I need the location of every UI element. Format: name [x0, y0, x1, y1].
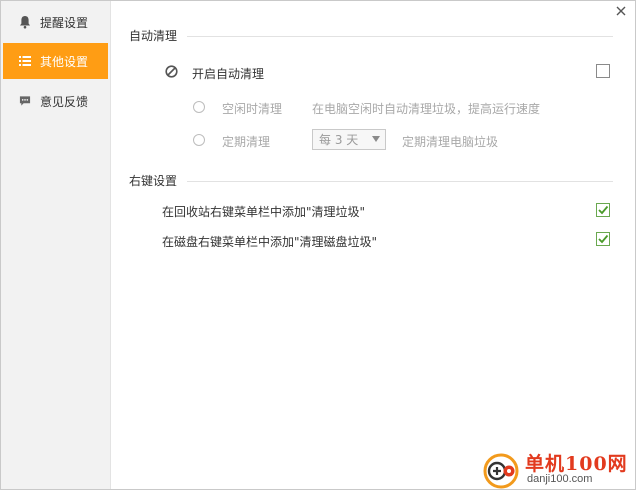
section-title-auto-clean: 自动清理 [129, 29, 178, 43]
checkmark-icon [598, 234, 609, 244]
bell-icon [19, 15, 31, 29]
scheduled-clean-radio[interactable] [193, 134, 205, 146]
sidebar-item-label: 意见反馈 [40, 94, 89, 109]
chat-icon [19, 94, 31, 108]
disabled-icon [165, 65, 178, 78]
section-title-context-menu: 右键设置 [129, 174, 178, 188]
clean-interval-value: 每 3 天 [319, 133, 359, 147]
watermark-title: 单机100网 [525, 453, 628, 475]
recycle-bin-menu-label: 在回收站右键菜单栏中添加"清理垃圾" [162, 205, 366, 219]
disk-menu-label: 在磁盘右键菜单栏中添加"清理磁盘垃圾" [162, 235, 378, 249]
watermark-url: danji100.com [527, 473, 593, 485]
sidebar-item-label: 提醒设置 [40, 15, 89, 30]
dropdown-arrow-icon [372, 136, 380, 142]
sidebar-item-reminder-settings[interactable]: 提醒设置 [3, 4, 108, 40]
scheduled-clean-description: 定期清理电脑垃圾 [402, 135, 499, 149]
idle-clean-description: 在电脑空闲时自动清理垃圾，提高运行速度 [312, 102, 541, 116]
list-icon [19, 54, 31, 68]
section-divider [187, 181, 613, 182]
settings-window: 提醒设置 其他设置 意见反馈 自动清理 开启自动清理 空闲时清理 在电脑空闲时自… [0, 0, 636, 490]
sidebar: 提醒设置 其他设置 意见反馈 [1, 1, 111, 489]
disk-menu-checkbox[interactable] [596, 232, 610, 246]
sidebar-item-feedback[interactable]: 意见反馈 [3, 83, 108, 119]
close-button[interactable] [613, 4, 629, 20]
recycle-bin-menu-checkbox[interactable] [596, 203, 610, 217]
section-divider [187, 36, 613, 37]
checkmark-icon [598, 205, 609, 215]
sidebar-item-label: 其他设置 [40, 54, 89, 69]
site-watermark: 单机100网 danji100.com [483, 447, 633, 489]
sidebar-item-other-settings[interactable]: 其他设置 [3, 43, 108, 79]
idle-clean-radio[interactable] [193, 101, 205, 113]
enable-auto-clean-checkbox[interactable] [596, 64, 610, 78]
idle-clean-label: 空闲时清理 [222, 102, 283, 116]
watermark-logo-icon [483, 453, 519, 489]
clean-interval-select[interactable]: 每 3 天 [312, 129, 386, 150]
close-icon [616, 5, 626, 19]
enable-auto-clean-label: 开启自动清理 [192, 67, 265, 81]
scheduled-clean-label: 定期清理 [222, 135, 271, 149]
